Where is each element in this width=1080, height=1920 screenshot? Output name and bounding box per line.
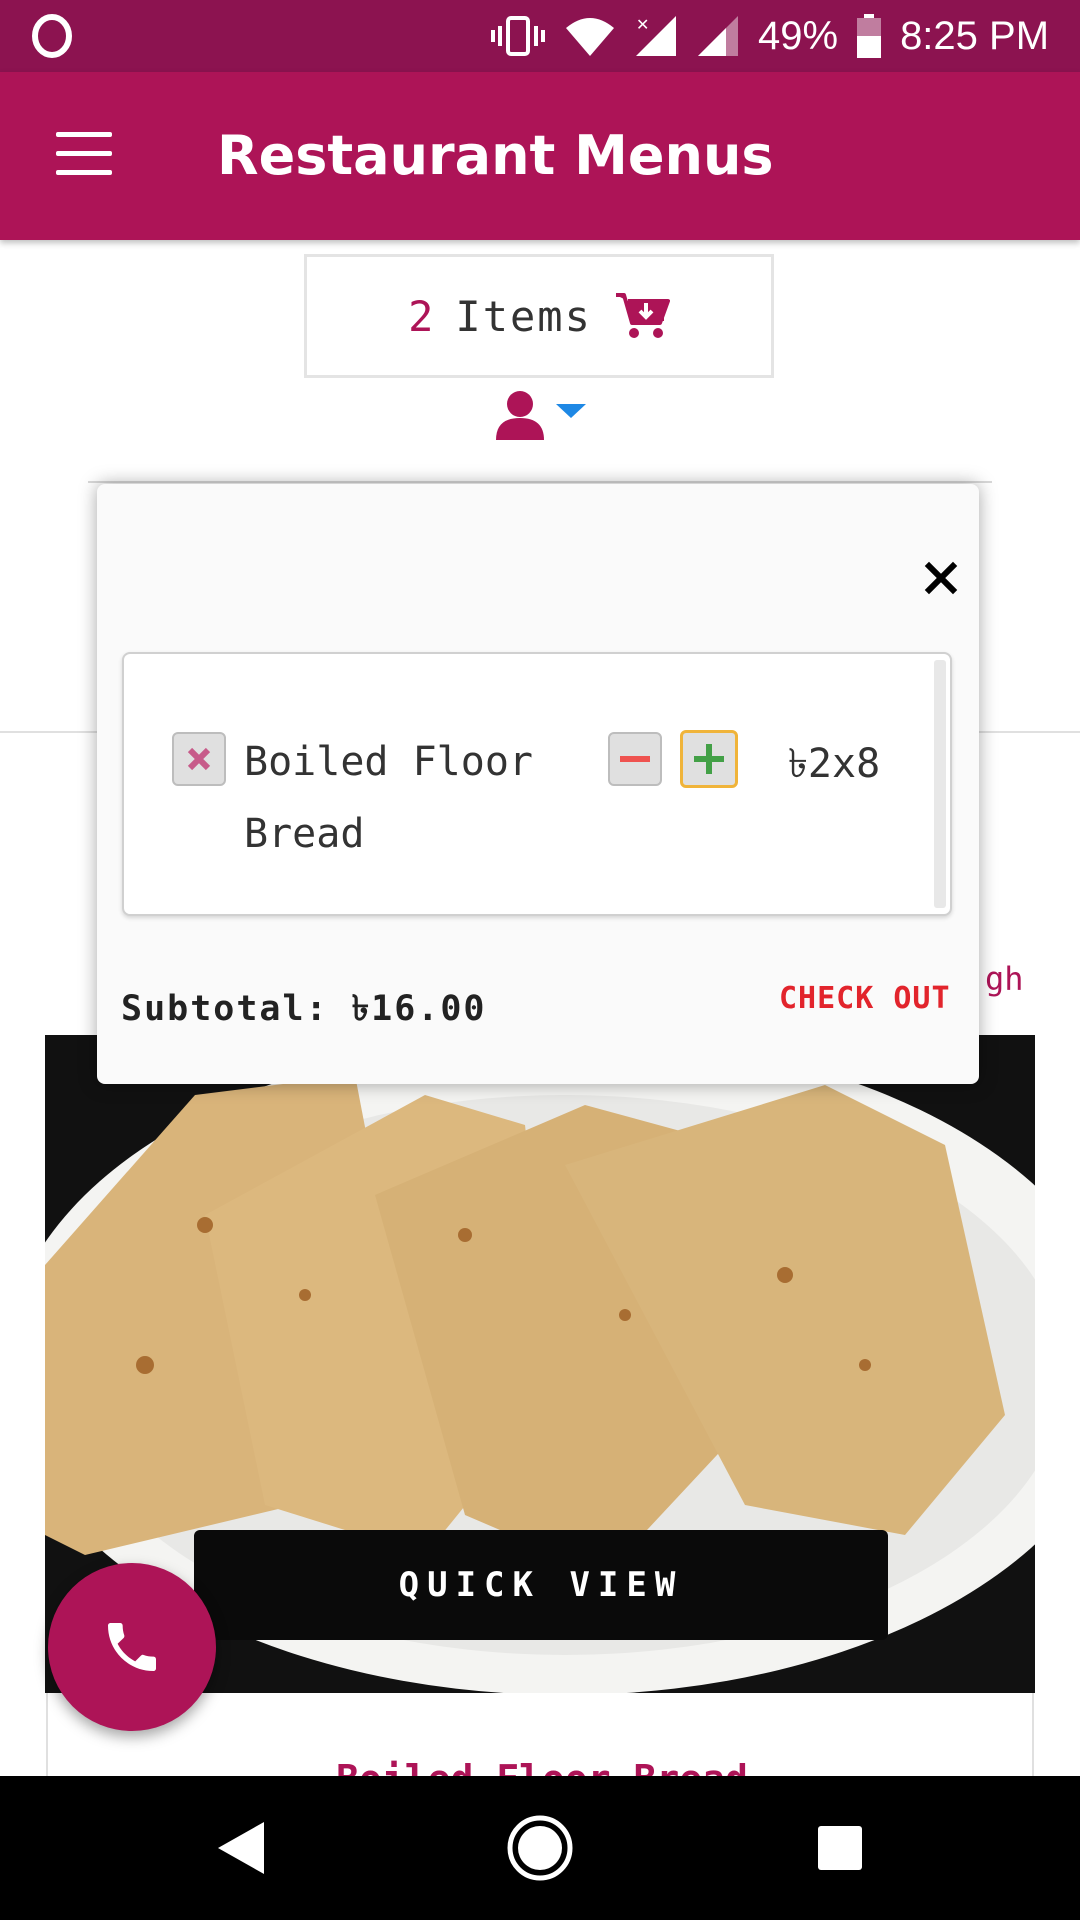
vibrate-icon [491, 16, 545, 56]
user-menu[interactable] [494, 390, 590, 440]
clock: 8:25 PM [900, 13, 1050, 58]
recents-button[interactable] [804, 1812, 876, 1884]
cart-item-price: ৳2x8 [788, 741, 881, 787]
scrollbar[interactable] [934, 660, 946, 908]
caret-down-icon [556, 404, 586, 418]
home-icon [507, 1815, 573, 1881]
cart-label: Items [455, 291, 592, 341]
minus-icon [620, 756, 650, 762]
call-button[interactable] [48, 1563, 216, 1731]
battery-percent: 49% [758, 13, 839, 58]
remove-icon [187, 747, 211, 771]
cart-item-name: Boiled Floor Bread [244, 739, 533, 857]
battery-icon [857, 14, 882, 58]
wifi-icon [566, 18, 614, 56]
phone-icon [108, 1623, 156, 1671]
opera-icon [32, 14, 72, 58]
navigation-bar [0, 1776, 1080, 1920]
back-button[interactable] [204, 1812, 276, 1884]
cart-item-list: Boiled Floor Bread ৳2x8 [122, 652, 952, 916]
cart-count: 2 [408, 291, 434, 341]
user-icon [496, 391, 544, 440]
cart-popup: Boiled Floor Bread ৳2x8 Subtotal: ৳16.00… [97, 484, 979, 1084]
signal-icon [698, 16, 738, 56]
status-bar: ✕ 49% 8:25 PM [0, 0, 1080, 72]
app-bar: Restaurant Menus [0, 72, 1080, 240]
close-icon[interactable] [917, 554, 965, 602]
quick-view-button[interactable]: QUICK VIEW [194, 1530, 888, 1640]
hamburger-menu-icon[interactable] [56, 132, 112, 176]
subtotal: Subtotal: ৳16.00 [121, 989, 487, 1029]
category-label-partial: gh [985, 960, 1024, 998]
increase-quantity-button[interactable] [680, 730, 738, 788]
back-icon [218, 1822, 264, 1874]
divider [88, 481, 992, 483]
page-title: Restaurant Menus [217, 124, 774, 187]
checkout-button[interactable]: CHECK OUT [779, 981, 951, 1016]
product-card: Boiled Floor Bread [46, 1693, 1034, 1778]
remove-item-button[interactable] [172, 732, 226, 786]
product-title[interactable]: Boiled Floor Bread [48, 1757, 1032, 1778]
cart-add-icon [615, 293, 670, 338]
plus-icon [694, 744, 724, 774]
home-button[interactable] [504, 1812, 576, 1884]
decrease-quantity-button[interactable] [608, 732, 662, 786]
recents-icon [818, 1826, 862, 1870]
cart-button[interactable]: 2 Items [304, 254, 774, 378]
signal-no-service-icon: ✕ [636, 15, 676, 56]
svg-text:✕: ✕ [636, 15, 649, 34]
